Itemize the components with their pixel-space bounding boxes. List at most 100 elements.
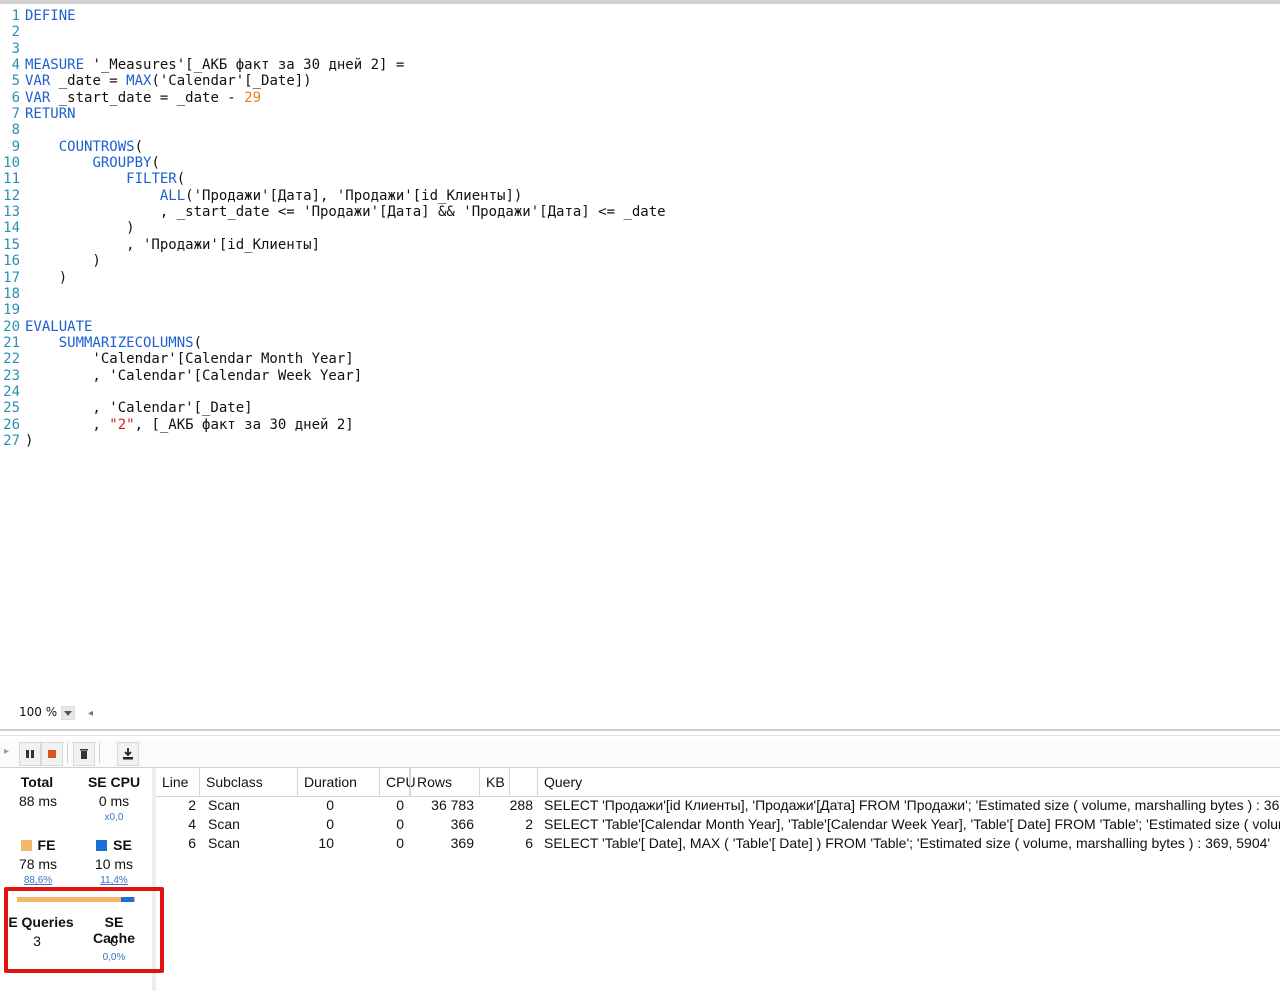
query-editor[interactable]: 1 2 3 4 5 6 7 8 9 10 11 12 13 14 15 16 17 18 19 20 21 22 23 24 2… — [0, 4, 1280, 700]
line-number: 14 — [3, 220, 20, 237]
col-header-subclass[interactable]: Subclass — [200, 768, 298, 796]
code-line[interactable]: ) — [25, 270, 666, 286]
cell-subclass: Scan — [208, 797, 240, 813]
line-number: 24 — [3, 383, 20, 400]
number-token: 29 — [244, 89, 262, 106]
line-number: 17 — [3, 269, 20, 286]
line-number: 18 — [3, 285, 20, 302]
line-number: 5 — [11, 73, 20, 90]
code-line[interactable]: EVALUATE — [25, 319, 666, 335]
code-line[interactable] — [25, 302, 666, 318]
col-header-kb[interactable]: KB — [480, 768, 538, 796]
code-line[interactable]: ) — [25, 220, 666, 236]
dax-code[interactable]: DEFINE MEASURE '_Measures'[_АКБ факт за … — [25, 8, 666, 449]
table-row[interactable]: 6 Scan 10 0 369 6 SELECT 'Table'[ Date], MAX (… — [156, 834, 1280, 853]
code-token: _date = — [50, 73, 127, 90]
zoom-level[interactable]: 100 % — [19, 705, 57, 719]
grid-header: Line Subclass Duration CPU Rows KB Query — [156, 768, 1280, 797]
code-line[interactable]: VAR _date = MAX('Calendar'[_Date]) — [25, 73, 666, 89]
line-number: 2 — [11, 24, 20, 41]
code-line[interactable]: , _start_date <= 'Продажи'[Дата] && 'Про… — [25, 204, 666, 220]
code-token: ('Calendar'[_Date]) — [151, 73, 312, 90]
line-number: 25 — [3, 400, 20, 417]
server-timings-grid: Line Subclass Duration CPU Rows KB Query… — [156, 768, 1280, 991]
code-token: , 'Продажи'[id_Клиенты] — [25, 236, 321, 253]
code-token: ) — [25, 269, 68, 286]
clear-button[interactable] — [73, 742, 95, 766]
code-line[interactable]: 'Calendar'[Calendar Month Year] — [25, 351, 666, 367]
code-line[interactable]: GROUPBY( — [25, 155, 666, 171]
code-line[interactable] — [25, 122, 666, 138]
se-percent: 11,4% — [100, 875, 128, 886]
code-token: ( — [151, 155, 160, 172]
col-header-query[interactable]: Query — [538, 768, 1280, 796]
line-number: 19 — [3, 302, 20, 319]
code-token: ( — [176, 171, 186, 188]
cell-line: 2 — [188, 797, 196, 813]
table-row[interactable]: 4 Scan 0 0 366 2 SELECT 'Table'[Calendar Month… — [156, 815, 1280, 834]
code-token: ) — [25, 220, 135, 237]
cell-query: SELECT 'Table'[Calendar Month Year], 'Ta… — [544, 816, 1280, 832]
col-header-cpu[interactable]: CPU — [380, 768, 416, 796]
cell-rows: 36 783 — [431, 797, 474, 813]
code-token: '_Measures'[_АКБ факт за 30 дней 2] = — [84, 57, 405, 74]
code-line[interactable]: FILTER( — [25, 171, 666, 187]
cell-subclass: Scan — [208, 816, 240, 832]
code-token: 'Calendar'[Calendar Month Year] — [25, 351, 354, 368]
keyword-token: GROUPBY — [92, 155, 152, 172]
total-label: Total — [20, 774, 54, 790]
code-line[interactable] — [25, 24, 666, 40]
code-line[interactable] — [25, 384, 666, 400]
code-line[interactable]: ) — [25, 433, 666, 449]
col-header-rows[interactable]: Rows — [410, 768, 480, 796]
pause-button[interactable] — [19, 742, 41, 766]
se-label-text: SE — [113, 837, 132, 853]
code-line[interactable]: ALL('Продажи'[Дата], 'Продажи'[id_Клиент… — [25, 188, 666, 204]
fe-percent: 88,6% — [23, 875, 53, 886]
code-line[interactable]: VAR _start_date = _date - 29 — [25, 90, 666, 106]
pane-splitter[interactable] — [0, 729, 1280, 731]
code-token: _start_date = _date - — [50, 89, 245, 106]
code-line[interactable]: , 'Calendar'[_Date] — [25, 400, 666, 416]
code-token: ('Продажи'[Дата], 'Продажи'[id_Клиенты]) — [185, 187, 523, 204]
se-cpu-value: 0 ms — [98, 793, 130, 809]
code-line[interactable] — [25, 41, 666, 57]
code-line[interactable]: , 'Продажи'[id_Клиенты] — [25, 237, 666, 253]
col-header-duration[interactable]: Duration — [298, 768, 380, 796]
cell-duration: 10 — [318, 835, 334, 851]
code-line[interactable]: RETURN — [25, 106, 666, 122]
line-number: 7 — [11, 106, 20, 123]
keyword-token: DEFINE — [25, 8, 76, 24]
code-token: ) — [25, 253, 101, 270]
line-number: 11 — [3, 171, 20, 188]
zoom-dropdown-icon[interactable] — [61, 706, 75, 720]
code-line[interactable]: ) — [25, 253, 666, 269]
play-icon[interactable]: ▸ — [4, 746, 9, 757]
toolbar-separator — [99, 743, 100, 763]
se-label: SE — [82, 837, 146, 853]
cell-duration: 0 — [326, 797, 334, 813]
cell-query: SELECT 'Table'[ Date], MAX ( 'Table'[ Da… — [544, 835, 1271, 851]
code-line[interactable]: , 'Calendar'[Calendar Week Year] — [25, 368, 666, 384]
col-header-line[interactable]: Line — [156, 768, 200, 796]
keyword-token: FILTER — [126, 171, 177, 188]
code-token: , 'Calendar'[_Date] — [25, 400, 253, 417]
line-number: 20 — [3, 318, 20, 335]
code-line[interactable]: , "2", [_АКБ факт за 30 дней 2] — [25, 417, 666, 433]
stop-button[interactable] — [41, 742, 63, 766]
code-line[interactable]: MEASURE '_Measures'[_АКБ факт за 30 дней… — [25, 57, 666, 73]
code-line[interactable]: SUMMARIZECOLUMNS( — [25, 335, 666, 351]
string-token: "2" — [109, 416, 135, 433]
code-line[interactable]: COUNTROWS( — [25, 139, 666, 155]
code-token: ( — [134, 138, 144, 155]
export-button[interactable] — [117, 742, 139, 766]
trace-toolbar: ▸ — [0, 739, 1280, 767]
keyword-token: EVALUATE — [25, 318, 93, 335]
scroll-left-icon[interactable]: ◂ — [88, 708, 93, 719]
table-row[interactable]: 2 Scan 0 0 36 783 288 SELECT 'Продажи'[id Клие… — [156, 796, 1280, 815]
code-line[interactable]: DEFINE — [25, 8, 666, 24]
code-line[interactable] — [25, 286, 666, 302]
line-number: 26 — [3, 416, 20, 433]
